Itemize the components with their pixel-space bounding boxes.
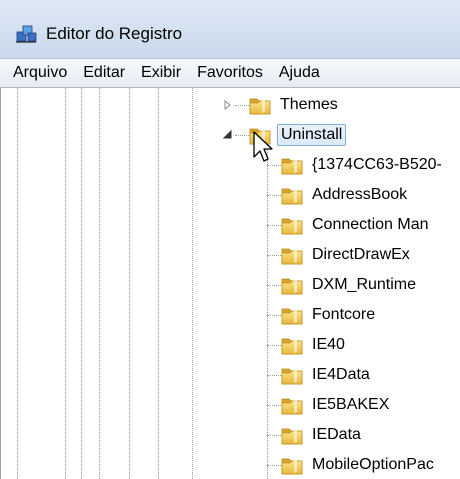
expand-arrow-icon[interactable] — [223, 100, 233, 110]
folder-icon — [281, 245, 303, 265]
tree-guide-line — [129, 88, 130, 479]
tree-guide-line — [267, 255, 281, 256]
folder-icon — [281, 155, 303, 175]
folder-icon — [281, 215, 303, 235]
tree-node[interactable]: IE4Data — [281, 360, 373, 390]
tree-node-label: IE5BAKEX — [312, 396, 390, 413]
tree-guide-line — [267, 195, 281, 196]
tree-guide-line — [235, 135, 249, 136]
tree-node-label: IE40 — [312, 336, 345, 353]
tree-guide-line — [81, 88, 82, 479]
tree-node[interactable]: AddressBook — [281, 180, 410, 210]
tree-node[interactable]: DXM_Runtime — [281, 270, 419, 300]
registry-tree[interactable]: Themes Uninstall {1374CC63-B520- Address… — [0, 88, 460, 479]
collapse-arrow-icon[interactable] — [223, 130, 233, 140]
tree-guide-line — [99, 88, 100, 479]
regedit-icon — [16, 25, 37, 43]
tree-guide-line — [267, 405, 281, 406]
tree-node-label-selected: Uninstall — [277, 124, 347, 146]
menu-exibir[interactable]: Exibir — [133, 64, 189, 82]
tree-node[interactable]: MobileOptionPac — [281, 450, 437, 479]
tree-guide-line — [65, 88, 66, 479]
tree-node[interactable]: Connection Man — [281, 210, 432, 240]
tree-guide-line — [17, 88, 18, 479]
tree-guide-line — [267, 225, 281, 226]
tree-node-label: DXM_Runtime — [312, 276, 417, 293]
tree-guide-line — [267, 375, 281, 376]
tree-node[interactable]: IEData — [281, 420, 364, 450]
tree-guide-line — [267, 148, 268, 479]
folder-icon — [249, 95, 271, 115]
folder-icon — [281, 395, 303, 415]
tree-node-label: AddressBook — [312, 186, 408, 203]
tree-node-themes[interactable]: Themes — [249, 90, 341, 120]
folder-icon — [281, 455, 303, 475]
menu-favoritos[interactable]: Favoritos — [189, 64, 271, 82]
folder-icon — [281, 305, 303, 325]
folder-icon — [281, 425, 303, 445]
tree-node[interactable]: Fontcore — [281, 300, 378, 330]
tree-node-label: DirectDrawEx — [312, 246, 410, 263]
tree-node-label: IE4Data — [312, 366, 370, 383]
tree-guide-line — [267, 345, 281, 346]
tree-node-label: MobileOptionPac — [312, 456, 434, 473]
tree-node-label: IEData — [312, 426, 361, 443]
tree-guide-line — [267, 465, 281, 466]
folder-icon — [281, 275, 303, 295]
tree-node[interactable]: {1374CC63-B520- — [281, 150, 445, 180]
tree-node-label: Connection Man — [312, 216, 429, 233]
tree-node-label: Fontcore — [312, 306, 376, 323]
menu-bar: Arquivo Editar Exibir Favoritos Ajuda — [0, 58, 460, 88]
tree-node-label: {1374CC63-B520- — [312, 156, 442, 173]
title-bar: Editor do Registro — [0, 0, 460, 58]
tree-guide-line — [267, 285, 281, 286]
menu-arquivo[interactable]: Arquivo — [0, 64, 75, 82]
tree-node[interactable]: DirectDrawEx — [281, 240, 413, 270]
tree-node[interactable]: IE40 — [281, 330, 348, 360]
tree-guide-line — [192, 88, 193, 479]
tree-node-label: Themes — [280, 96, 338, 113]
tree-node[interactable]: IE5BAKEX — [281, 390, 392, 420]
tree-guide-line — [267, 315, 281, 316]
menu-ajuda[interactable]: Ajuda — [271, 64, 328, 82]
tree-guide-line — [235, 105, 249, 106]
menu-editar[interactable]: Editar — [75, 64, 133, 82]
folder-icon — [281, 185, 303, 205]
tree-guide-line — [267, 435, 281, 436]
mouse-pointer-icon — [253, 131, 273, 162]
tree-guide-line — [158, 88, 159, 479]
window-title: Editor do Registro — [46, 24, 183, 43]
folder-icon — [281, 365, 303, 385]
folder-icon — [281, 335, 303, 355]
